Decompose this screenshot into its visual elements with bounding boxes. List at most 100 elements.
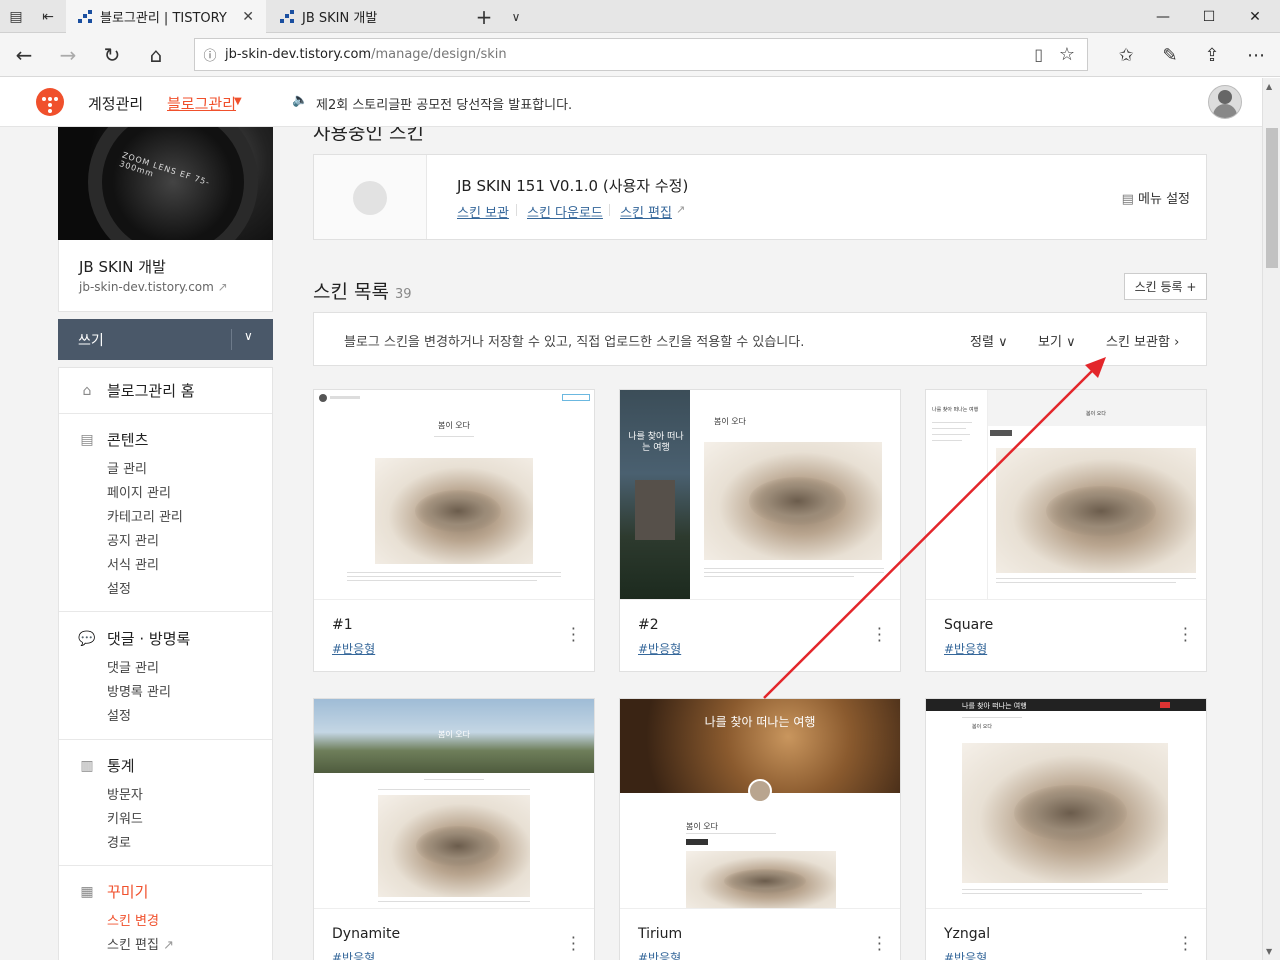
tab-list-icon[interactable]: ▤ [0,0,32,33]
tab-blog-manage[interactable]: 블로그관리 | TISTORY ✕ [66,0,266,33]
using-skin-name: JB SKIN 151 V0.1.0 (사용자 수정) [457,177,689,195]
skin-tag[interactable]: #반응형 [944,949,987,960]
sidebar-item-home[interactable]: ⌂ 블로그관리 홈 [77,380,195,401]
scrollbar-thumb[interactable] [1266,128,1278,268]
web-note-icon[interactable]: ✎ [1148,33,1192,77]
skin-thumbnail[interactable]: 나를 찾아 떠나는 여행 봄이 오다 [620,390,900,600]
refresh-icon[interactable]: ↻ [90,33,134,77]
sidebar-subitem-skin-edit[interactable]: 스킨 편집 ↗ [107,934,174,953]
page-viewport: 계정관리 블로그관리 ▼ 🔈 제2회 스토리글판 공모전 당선작을 발표합니다.… [0,78,1262,960]
sidebar-item-comments[interactable]: 💬 댓글 · 방명록 [77,628,190,649]
home-icon[interactable]: ⌂ [134,33,178,77]
sidebar-subitem-visitors[interactable]: 방문자 [107,784,143,803]
skin-download-link[interactable]: 스킨 다운로드 [527,202,603,221]
minimize-icon[interactable]: — [1140,0,1186,33]
address-bar[interactable]: ⓘ jb-skin-dev.tistory.com/manage/design/… [194,38,1088,71]
sidebar-subitem-pages[interactable]: 페이지 관리 [107,482,171,501]
blog-manage-link[interactable]: 블로그관리 [167,93,236,114]
blog-url[interactable]: jb-skin-dev.tistory.com ↗ [79,280,228,294]
maximize-icon[interactable]: ☐ [1186,0,1232,33]
more-options-icon[interactable]: · · · [571,930,576,958]
sidebar-subitem-content-settings[interactable]: 설정 [107,578,131,597]
tab-preview-chevron-icon[interactable]: ∨ [500,0,532,33]
sidebar-subitem-comment-manage[interactable]: 댓글 관리 [107,657,159,676]
site-info-icon[interactable]: ⓘ [195,45,225,64]
favorite-star-icon[interactable]: ☆ [1059,44,1075,65]
sidebar-subitem-skin-change[interactable]: 스킨 변경 [107,910,159,929]
user-avatar[interactable] [1208,85,1242,119]
sidebar-item-content[interactable]: ▤ 콘텐츠 [77,429,148,450]
write-dropdown-chevron-icon[interactable]: ∨ [244,329,253,343]
scroll-down-icon[interactable]: ▼ [1266,947,1272,956]
notice-text[interactable]: 제2회 스토리글판 공모전 당선작을 발표합니다. [316,94,572,113]
blog-manage-dropdown-icon[interactable]: ▼ [234,96,242,107]
skin-archive-link[interactable]: 스킨 보관 [457,202,509,221]
close-tab-icon[interactable]: ✕ [242,9,254,25]
sidebar-subitem-templates[interactable]: 서식 관리 [107,554,159,573]
page-scrollbar[interactable]: ▲ ▼ [1262,78,1280,960]
more-options-icon[interactable]: · · · [877,621,882,649]
skin-card[interactable]: 나를 찾아 떠나는 여행 봄이 오다 #2 #반응형 · · · [619,389,901,672]
write-button[interactable]: 쓰기 ∨ [58,319,273,360]
back-icon[interactable]: ← [2,33,46,77]
skin-list-heading: 스킨 목록 39 [313,277,412,304]
skin-card[interactable]: 봄이 오다 #1 #반응형 · · · [313,389,595,672]
skin-card[interactable]: 나를 찾아 떠나는 여행 봄이 오다 Square #반응형 · · · [925,389,1207,672]
preview-post-title: 봄이 오다 [686,822,718,831]
close-window-icon[interactable]: ✕ [1232,0,1278,33]
more-options-icon[interactable]: · · · [1183,621,1188,649]
sidebar-subitem-comment-settings[interactable]: 설정 [107,705,131,724]
set-aside-tabs-icon[interactable]: ⇤ [32,0,64,33]
skin-card[interactable]: 나를 찾아 떠나는 여행 봄이 오다 Yzngal #반응형 · · · [925,698,1207,960]
sidebar-subitem-posts[interactable]: 글 관리 [107,458,147,477]
view-dropdown[interactable]: 보기 ∨ [1038,331,1076,350]
scroll-up-icon[interactable]: ▲ [1266,82,1272,91]
sidebar-subitem-referrers[interactable]: 경로 [107,832,131,851]
browser-tab-bar: ▤ ⇤ 블로그관리 | TISTORY ✕ JB SKIN 개발 + ∨ — ☐… [0,0,1280,33]
more-options-icon[interactable]: · · · [1183,930,1188,958]
using-skin-box: JB SKIN 151 V0.1.0 (사용자 수정) 스킨 보관 스킨 다운로… [313,154,1207,240]
favorites-hub-icon[interactable]: ✩ [1104,33,1148,77]
sort-dropdown[interactable]: 정렬 ∨ [970,331,1008,350]
sidebar-item-decorate[interactable]: ▦ 꾸미기 [77,881,148,902]
sidebar-subitem-keywords[interactable]: 키워드 [107,808,143,827]
skin-tag[interactable]: #반응형 [638,949,681,960]
skin-thumbnail[interactable]: 나를 찾아 떠나는 여행 봄이 오다 [926,699,1206,909]
skin-archive-button[interactable]: 스킨 보관함 › [1106,331,1179,350]
skin-thumbnail[interactable]: 나를 찾아 떠나는 여행 봄이 오다 [620,699,900,909]
more-options-icon[interactable]: · · · [571,621,576,649]
skin-edit-link[interactable]: 스킨 편집 [620,202,672,221]
sidebar-subitem-notices[interactable]: 공지 관리 [107,530,159,549]
blog-title[interactable]: JB SKIN 개발 [79,256,166,277]
skin-info-text: 블로그 스킨을 변경하거나 저장할 수 있고, 직접 업로드한 스킨을 적용할 … [344,335,805,350]
reading-view-icon[interactable]: ▯ [1034,45,1043,64]
skin-thumbnail[interactable]: 봄이 오다 [314,390,594,600]
skin-tag[interactable]: #반응형 [332,640,375,657]
skin-tag[interactable]: #반응형 [944,640,987,657]
skin-card[interactable]: 나를 찾아 떠나는 여행 봄이 오다 Tirium #반응형 · · · [619,698,901,960]
tab-jb-skin[interactable]: JB SKIN 개발 [268,0,464,33]
more-menu-icon[interactable]: ⋯ [1234,33,1278,77]
tistory-top-bar: 계정관리 블로그관리 ▼ 🔈 제2회 스토리글판 공모전 당선작을 발표합니다. [0,78,1262,127]
menu-setting-button[interactable]: ▤ 메뉴 설정 [1122,188,1190,207]
skin-name: Dynamite [332,926,401,942]
skin-thumbnail[interactable]: 봄이 오다 [314,699,594,909]
skin-thumbnail[interactable]: 나를 찾아 떠나는 여행 봄이 오다 [926,390,1206,600]
new-tab-button[interactable]: + [468,0,500,33]
account-manage-link[interactable]: 계정관리 [88,93,143,114]
sidebar-subitem-categories[interactable]: 카테고리 관리 [107,506,183,525]
skin-tag[interactable]: #반응형 [332,949,375,960]
preview-post-title: 봄이 오다 [1086,411,1106,417]
menu-section-content: ▤ 콘텐츠 글 관리 페이지 관리 카테고리 관리 공지 관리 서식 관리 설정 [59,414,272,612]
sidebar-subitem-guestbook[interactable]: 방명록 관리 [107,681,171,700]
register-skin-button[interactable]: 스킨 등록 + [1124,273,1207,300]
skin-card[interactable]: 봄이 오다 Dynamite #반응형 · · · [313,698,595,960]
sidebar: ZOOM LENS EF 75-300mm JB SKIN 개발 jb-skin… [58,127,273,960]
skin-tag[interactable]: #반응형 [638,640,681,657]
more-options-icon[interactable]: · · · [877,930,882,958]
tistory-logo-icon[interactable] [36,88,64,116]
share-icon[interactable]: ⇪ [1190,33,1234,77]
sidebar-item-stats[interactable]: ▥ 통계 [77,755,134,776]
home-icon: ⌂ [82,382,92,399]
forward-icon[interactable]: → [46,33,90,77]
